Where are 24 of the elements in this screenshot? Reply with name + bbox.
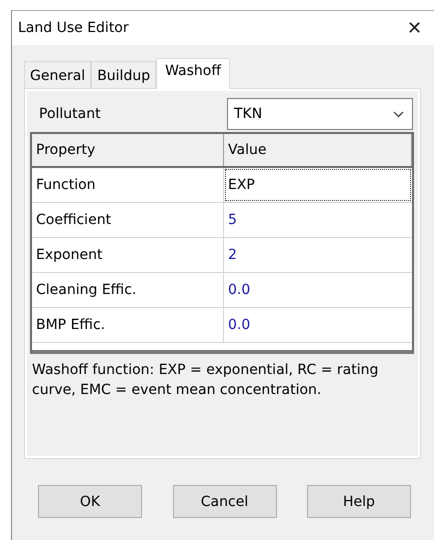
value-cell[interactable]: EXP [224, 168, 412, 202]
table-cell: Exponent [32, 238, 224, 272]
pollutant-label: Pollutant [38, 106, 102, 122]
dialog-button[interactable]: Cancel [172, 485, 276, 518]
value-cell[interactable]: 0.0 [224, 308, 412, 342]
chevron-down-icon [393, 110, 404, 118]
table-cell: Cleaning Effic. [32, 273, 224, 307]
value-cell[interactable]: 5 [224, 203, 412, 237]
table-cell: BMP Effic. [32, 308, 224, 342]
tab[interactable]: Buildup [91, 61, 156, 88]
table-cell: Function [32, 168, 224, 202]
close-button[interactable]: ✕ [403, 17, 426, 39]
column-header: Value [224, 134, 412, 166]
table-cell: Coefficient [32, 203, 224, 237]
column-header: Property [32, 134, 224, 166]
window-title: Land Use Editor [18, 20, 129, 36]
dialog-button[interactable]: Help [307, 485, 411, 518]
description-text: Washoff function: EXP = exponential, RC = rating curve, EMC = event mean concentration. [32, 361, 380, 400]
dialog-button[interactable]: OK [38, 485, 142, 518]
value-cell[interactable]: 2 [224, 238, 412, 272]
pollutant-dropdown[interactable]: TKN [227, 98, 413, 130]
tab[interactable]: Washoff [156, 58, 230, 89]
value-cell[interactable]: 0.0 [224, 273, 412, 307]
tab[interactable]: General [24, 61, 92, 88]
